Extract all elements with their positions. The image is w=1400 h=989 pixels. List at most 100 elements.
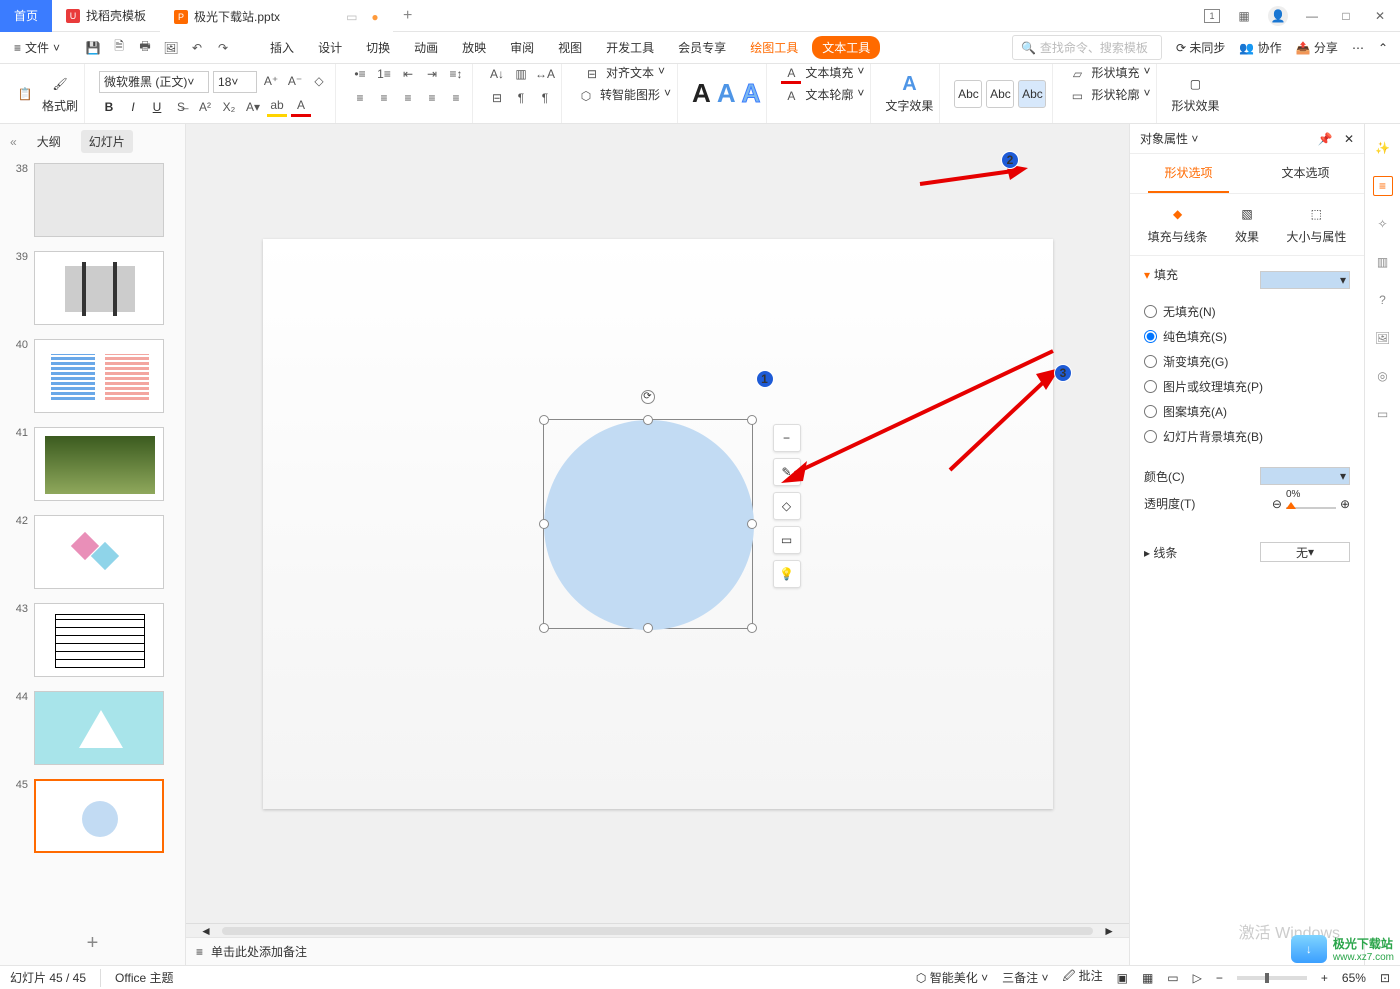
new-tab-button[interactable]: + [393, 7, 423, 25]
spacing-icon[interactable]: ↔A [535, 64, 555, 84]
layout-icon[interactable]: 1 [1204, 9, 1220, 23]
tab-home[interactable]: 首页 [0, 0, 52, 32]
rs-image-icon[interactable]: 🖼 [1373, 328, 1393, 348]
print-preview-icon[interactable]: 🗎 [110, 39, 128, 57]
print-icon[interactable]: 🖶 [136, 39, 154, 57]
shrink-font-icon[interactable]: A⁻ [285, 71, 305, 91]
ft-minus-icon[interactable]: − [773, 424, 801, 452]
columns-icon[interactable]: ▥ [511, 64, 531, 84]
resize-handle[interactable] [539, 623, 549, 633]
h-scrollbar[interactable]: ◄ ► [186, 923, 1129, 937]
slide-thumb[interactable] [34, 691, 164, 765]
view-slideshow-icon[interactable]: ▷ [1193, 971, 1202, 985]
effects-subtab[interactable]: ▧效果 [1235, 204, 1259, 245]
rs-settings-icon[interactable]: ≡ [1373, 176, 1393, 196]
change-case-icon[interactable]: A▾ [243, 97, 263, 117]
align-right-icon[interactable]: ≡ [398, 88, 418, 108]
radio-no-fill[interactable]: 无填充(N) [1144, 303, 1350, 320]
menu-design[interactable]: 设计 [308, 33, 352, 62]
ltr-icon[interactable]: ¶ [535, 88, 555, 108]
clear-format-icon[interactable]: ◇ [309, 71, 329, 91]
ft-fill-icon[interactable]: ◇ [773, 492, 801, 520]
collab-icon[interactable]: 👥 协作 [1239, 39, 1281, 56]
undo-icon[interactable]: ↶ [188, 39, 206, 57]
format-painter-icon[interactable]: 🖌 [49, 73, 71, 95]
text-fill-icon[interactable]: A [781, 64, 801, 84]
slide-thumb[interactable] [34, 515, 164, 589]
redo-icon[interactable]: ↷ [214, 39, 232, 57]
align-left-icon[interactable]: ≡ [350, 88, 370, 108]
font-color-icon[interactable]: A [291, 97, 311, 117]
zoom-in-icon[interactable]: + [1321, 971, 1328, 985]
shape-effects-icon[interactable]: ▢ [1184, 73, 1206, 95]
panel-collapse-icon[interactable]: « [10, 135, 17, 149]
smart-beautify-button[interactable]: ⬡ 智能美化 ˅ [916, 969, 988, 986]
resize-handle[interactable] [539, 519, 549, 529]
export-icon[interactable]: 🖼 [162, 39, 180, 57]
numbering-icon[interactable]: 1≡ [374, 64, 394, 84]
circle-shape[interactable] [544, 420, 754, 630]
radio-gradient-fill[interactable]: 渐变填充(G) [1144, 353, 1350, 370]
outline-tab[interactable]: 大纲 [29, 130, 69, 153]
slide-thumb[interactable] [34, 603, 164, 677]
radio-slidebg-fill[interactable]: 幻灯片背景填充(B) [1144, 428, 1350, 445]
superscript-icon[interactable]: A² [195, 97, 215, 117]
fit-screen-icon[interactable]: ⊡ [1380, 971, 1390, 985]
opacity-dec-icon[interactable]: ⊖ [1272, 497, 1282, 511]
menu-insert[interactable]: 插入 [260, 33, 304, 62]
rs-star-icon[interactable]: ✧ [1373, 214, 1393, 234]
file-menu[interactable]: ≡ 文件 ˅ [6, 35, 68, 60]
comments-toggle[interactable]: 🖉 批注 [1062, 967, 1102, 988]
justify-icon[interactable]: ≡ [422, 88, 442, 108]
underline-icon[interactable]: U [147, 97, 167, 117]
ft-edit-icon[interactable]: ✎ [773, 458, 801, 486]
shape-preset-1[interactable]: Abc [954, 80, 982, 108]
menu-drawing-tools[interactable]: 绘图工具 [740, 33, 808, 62]
apps-icon[interactable]: ▦ [1234, 6, 1254, 26]
opacity-inc-icon[interactable]: ⊕ [1340, 497, 1350, 511]
radio-picture-fill[interactable]: 图片或纹理填充(P) [1144, 378, 1350, 395]
color-picker[interactable]: ▾ [1260, 467, 1350, 485]
indent-inc-icon[interactable]: ⇥ [422, 64, 442, 84]
bold-icon[interactable]: B [99, 97, 119, 117]
slide-thumb[interactable] [34, 163, 164, 237]
zoom-slider[interactable] [1237, 976, 1307, 980]
menu-review[interactable]: 审阅 [500, 33, 544, 62]
thumbnail-mode-icon[interactable]: ▭ [346, 10, 357, 24]
resize-handle[interactable] [747, 415, 757, 425]
font-name-select[interactable]: 微软雅黑 (正文) ˅ [99, 71, 209, 93]
smart-diagram-icon[interactable]: ⬡ [576, 86, 596, 106]
menu-slideshow[interactable]: 放映 [452, 33, 496, 62]
rs-layers-icon[interactable]: ▥ [1373, 252, 1393, 272]
paste-icon[interactable]: 📋 [14, 83, 36, 105]
scroll-left-icon[interactable]: ◄ [200, 924, 212, 938]
line-spacing-icon[interactable]: ≡↕ [446, 64, 466, 84]
slide-thumb[interactable] [34, 427, 164, 501]
zoom-value[interactable]: 65% [1342, 971, 1366, 985]
radio-pattern-fill[interactable]: 图案填充(A) [1144, 403, 1350, 420]
more-icon[interactable]: ⋯ [1352, 41, 1364, 55]
size-props-subtab[interactable]: ⬚大小与属性 [1286, 204, 1346, 245]
wordart-preset-2[interactable]: A [717, 78, 736, 109]
line-select[interactable]: 无 ▾ [1260, 542, 1350, 562]
scroll-right-icon[interactable]: ► [1103, 924, 1115, 938]
collapse-ribbon-icon[interactable]: ⌃ [1378, 41, 1388, 55]
slide-thumb[interactable] [34, 251, 164, 325]
italic-icon[interactable]: I [123, 97, 143, 117]
font-size-select[interactable]: 18 ˅ [213, 71, 257, 93]
align-center-icon[interactable]: ≡ [374, 88, 394, 108]
fill-line-subtab[interactable]: ◆填充与线条 [1148, 204, 1208, 245]
zoom-out-icon[interactable]: − [1216, 971, 1223, 985]
menu-devtools[interactable]: 开发工具 [596, 33, 664, 62]
view-sorter-icon[interactable]: ▦ [1142, 971, 1153, 985]
align-text-icon[interactable]: ⊟ [582, 64, 602, 84]
view-normal-icon[interactable]: ▣ [1117, 971, 1128, 985]
notes-bar[interactable]: ≡ 单击此处添加备注 [186, 937, 1129, 965]
ft-idea-icon[interactable]: 💡 [773, 560, 801, 588]
slide-thumb[interactable] [34, 779, 164, 853]
menu-transition[interactable]: 切换 [356, 33, 400, 62]
distribute-icon[interactable]: ≡ [446, 88, 466, 108]
add-slide-button[interactable]: + [87, 932, 99, 955]
resize-handle[interactable] [539, 415, 549, 425]
slide-thumb[interactable] [34, 339, 164, 413]
